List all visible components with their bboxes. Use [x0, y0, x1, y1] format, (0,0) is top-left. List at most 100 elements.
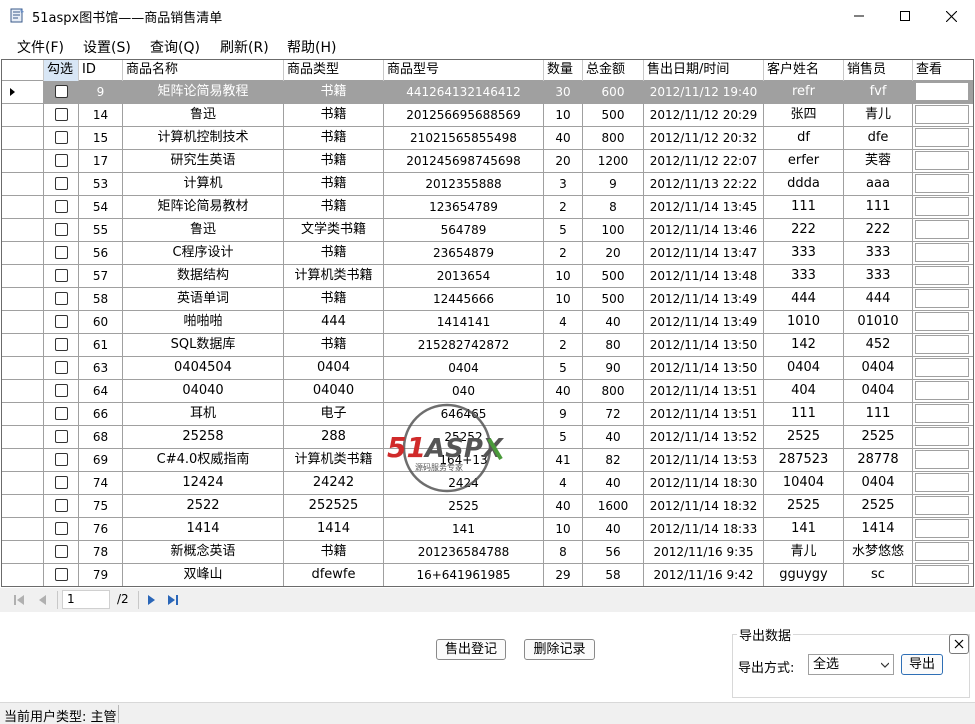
row-header[interactable] [2, 426, 44, 448]
table-row[interactable]: 78 新概念英语 书籍 201236584788 8 56 2012/11/16 9:35 青… [2, 541, 973, 564]
cell-model[interactable]: 0404 [384, 357, 544, 379]
cell-amount[interactable]: 9 [583, 173, 644, 195]
cell-qty[interactable]: 2 [544, 334, 583, 356]
cell-amount[interactable]: 800 [583, 127, 644, 149]
cell-customer[interactable]: 2525 [764, 426, 844, 448]
cell-seller[interactable]: sc [844, 564, 913, 586]
row-checkbox[interactable] [55, 154, 68, 167]
row-checkbox[interactable] [55, 246, 68, 259]
export-close-button[interactable] [949, 634, 969, 654]
cell-qty[interactable]: 5 [544, 219, 583, 241]
cell-id[interactable]: 64 [79, 380, 123, 402]
cell-type[interactable]: 252525 [284, 495, 384, 517]
table-row[interactable]: 60 啪啪啪 444 1414141 4 40 2012/11/14 13:49 1010 01… [2, 311, 973, 334]
cell-amount[interactable]: 800 [583, 380, 644, 402]
cell-name[interactable]: 啪啪啪 [123, 311, 284, 333]
view-button[interactable] [915, 151, 969, 170]
cell-model[interactable]: 1414141 [384, 311, 544, 333]
cell-customer[interactable]: 111 [764, 196, 844, 218]
cell-name[interactable]: 12424 [123, 472, 284, 494]
row-checkbox[interactable] [55, 568, 68, 581]
cell-name[interactable]: 25258 [123, 426, 284, 448]
cell-name[interactable]: SQL数据库 [123, 334, 284, 356]
cell-qty[interactable]: 30 [544, 81, 583, 103]
cell-type[interactable]: 书籍 [284, 173, 384, 195]
export-method-select[interactable]: 全选 [808, 654, 894, 675]
page-number-input[interactable]: 1 [62, 590, 110, 609]
view-button[interactable] [915, 565, 969, 584]
cell-date[interactable]: 2012/11/14 13:53 [644, 449, 764, 471]
cell-type[interactable]: 书籍 [284, 334, 384, 356]
view-button[interactable] [915, 243, 969, 262]
row-header[interactable] [2, 380, 44, 402]
cell-customer[interactable]: 333 [764, 265, 844, 287]
cell-name[interactable]: 耳机 [123, 403, 284, 425]
row-header[interactable] [2, 104, 44, 126]
cell-name[interactable]: C程序设计 [123, 242, 284, 264]
sell-register-button[interactable]: 售出登记 [436, 639, 506, 660]
cell-amount[interactable]: 100 [583, 219, 644, 241]
cell-qty[interactable]: 10 [544, 518, 583, 540]
cell-model[interactable]: 201236584788 [384, 541, 544, 563]
cell-model[interactable]: 25252 [384, 426, 544, 448]
cell-type[interactable]: 书籍 [284, 288, 384, 310]
cell-id[interactable]: 14 [79, 104, 123, 126]
row-checkbox[interactable] [55, 85, 68, 98]
row-checkbox[interactable] [55, 499, 68, 512]
cell-seller[interactable]: 444 [844, 288, 913, 310]
view-button[interactable] [915, 220, 969, 239]
cell-qty[interactable]: 10 [544, 265, 583, 287]
cell-customer[interactable]: erfer [764, 150, 844, 172]
cell-id[interactable]: 54 [79, 196, 123, 218]
column-header-model[interactable]: 商品型号 [384, 60, 544, 81]
cell-seller[interactable]: 0404 [844, 472, 913, 494]
cell-type[interactable]: 288 [284, 426, 384, 448]
cell-date[interactable]: 2012/11/12 20:32 [644, 127, 764, 149]
row-header[interactable] [2, 403, 44, 425]
cell-name[interactable]: 计算机控制技术 [123, 127, 284, 149]
cell-qty[interactable]: 40 [544, 495, 583, 517]
cell-type[interactable]: 文学类书籍 [284, 219, 384, 241]
cell-amount[interactable]: 500 [583, 104, 644, 126]
cell-date[interactable]: 2012/11/16 9:35 [644, 541, 764, 563]
menu-refresh[interactable]: 刷新(R) [220, 37, 269, 57]
previous-page-icon[interactable] [36, 593, 50, 607]
cell-type[interactable]: 0404 [284, 357, 384, 379]
table-row[interactable]: 58 英语单词 书籍 12445666 10 500 2012/11/14 13:49 444… [2, 288, 973, 311]
cell-type[interactable]: dfewfe [284, 564, 384, 586]
next-page-icon[interactable] [144, 593, 158, 607]
view-button[interactable] [915, 174, 969, 193]
row-checkbox[interactable] [55, 292, 68, 305]
menu-settings[interactable]: 设置(S) [83, 37, 131, 57]
column-header-amount[interactable]: 总金额 [583, 60, 644, 81]
cell-customer[interactable]: 444 [764, 288, 844, 310]
cell-model[interactable]: 646465 [384, 403, 544, 425]
view-button[interactable] [915, 82, 969, 101]
table-row[interactable]: 55 鲁迅 文学类书籍 564789 5 100 2012/11/14 13:46 222 22… [2, 219, 973, 242]
maximize-button[interactable] [882, 0, 928, 32]
cell-amount[interactable]: 40 [583, 311, 644, 333]
cell-type[interactable]: 书籍 [284, 104, 384, 126]
cell-name[interactable]: 双峰山 [123, 564, 284, 586]
cell-amount[interactable]: 72 [583, 403, 644, 425]
cell-date[interactable]: 2012/11/14 18:32 [644, 495, 764, 517]
row-checkbox[interactable] [55, 338, 68, 351]
cell-type[interactable]: 书籍 [284, 242, 384, 264]
row-header[interactable] [2, 311, 44, 333]
table-row[interactable]: 57 数据结构 计算机类书籍 2013654 10 500 2012/11/14 13:48… [2, 265, 973, 288]
column-header-id[interactable]: ID [79, 60, 123, 81]
cell-model[interactable]: 123654789 [384, 196, 544, 218]
cell-date[interactable]: 2012/11/14 13:50 [644, 357, 764, 379]
cell-amount[interactable]: 20 [583, 242, 644, 264]
cell-date[interactable]: 2012/11/14 13:49 [644, 288, 764, 310]
cell-seller[interactable]: 2525 [844, 495, 913, 517]
row-checkbox[interactable] [55, 315, 68, 328]
cell-amount[interactable]: 40 [583, 426, 644, 448]
row-checkbox[interactable] [55, 177, 68, 190]
column-header-type[interactable]: 商品类型 [284, 60, 384, 81]
cell-qty[interactable]: 10 [544, 288, 583, 310]
cell-id[interactable]: 17 [79, 150, 123, 172]
row-checkbox[interactable] [55, 200, 68, 213]
cell-seller[interactable]: 青儿 [844, 104, 913, 126]
cell-id[interactable]: 79 [79, 564, 123, 586]
